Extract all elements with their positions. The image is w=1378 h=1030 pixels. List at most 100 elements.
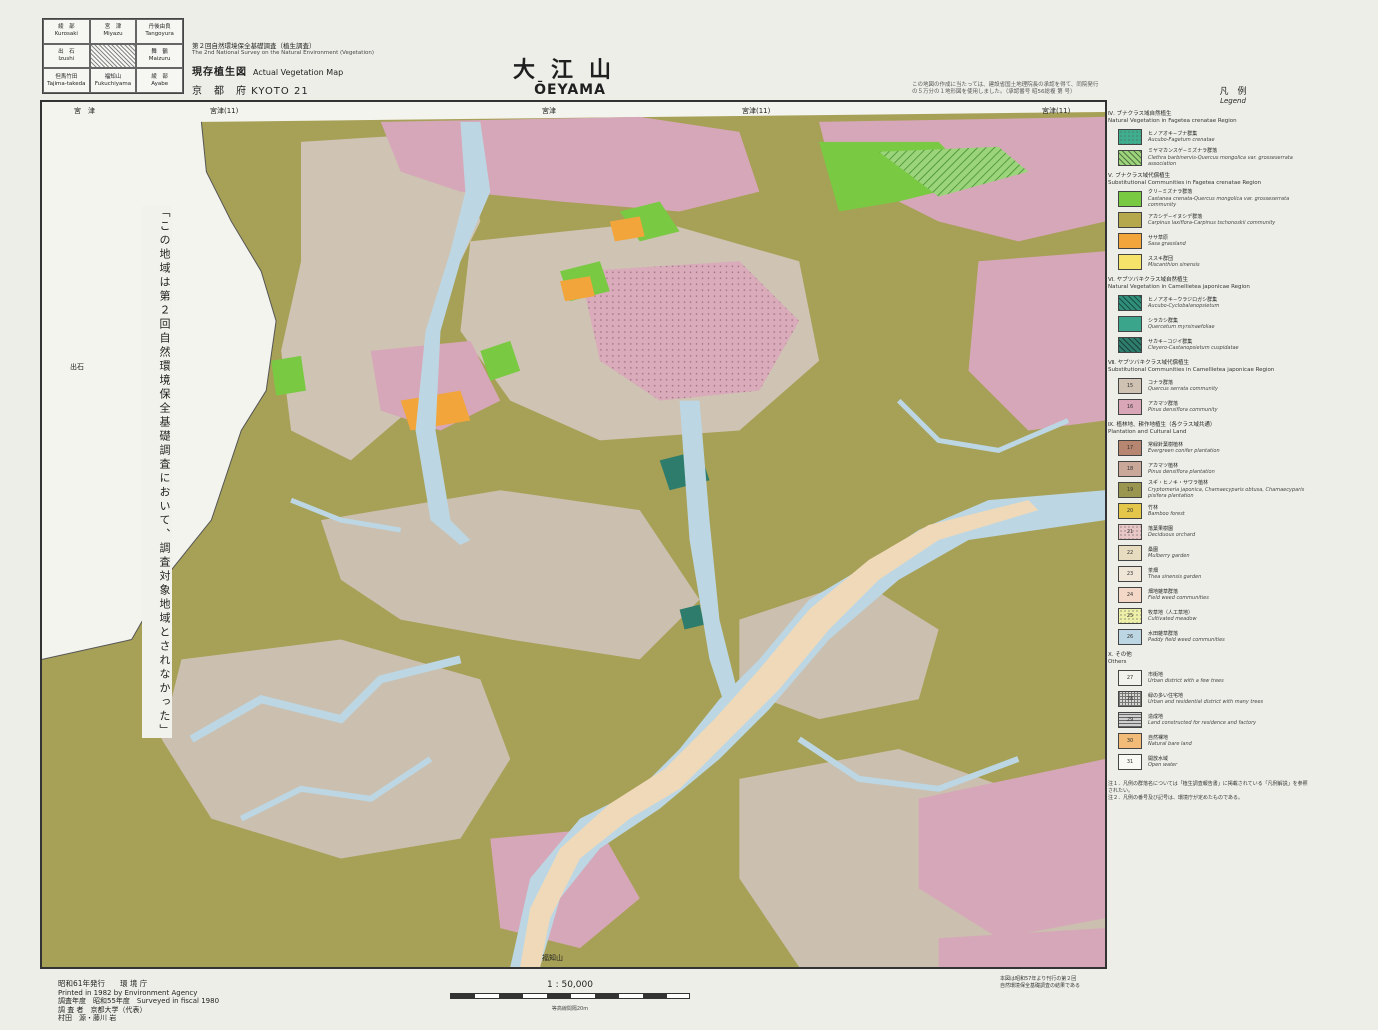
edge-label-top-1: 宮 津 bbox=[74, 107, 95, 115]
legend-item-text: シラカシ群集 Quercetum myrsinaefoliae bbox=[1148, 318, 1215, 331]
contour-interval: 等高線間隔20m bbox=[551, 1006, 589, 1012]
legend-item-label-en: Pinus densiflora plantation bbox=[1148, 469, 1215, 475]
footer-right-note: 本図は昭和57年より刊行の第２回 自然環境保全基礎調査の結果である bbox=[1000, 976, 1080, 989]
legend-item: 17 常緑針葉樹植林 Evergreen conifer plantation bbox=[1118, 439, 1308, 457]
vegetation-map-canvas[interactable] bbox=[42, 102, 1105, 967]
legend-item-label-en: Open water bbox=[1148, 762, 1178, 768]
legend-heading-jp: 凡 例 bbox=[1219, 87, 1247, 97]
legend-item-label-en: Thea sinensis garden bbox=[1148, 574, 1202, 580]
legend-item-text: 常緑針葉樹植林 Evergreen conifer plantation bbox=[1148, 442, 1220, 455]
legend-item-label-en: Cultivated meadow bbox=[1148, 616, 1197, 622]
index-cell-name-jp: 福知山 bbox=[104, 73, 122, 80]
legend-section: Ⅸ. 植林地、耕作地植生（各クラス域共通） Plantation and Cult… bbox=[1108, 422, 1308, 646]
legend-note-1: 注１．凡例の群落名については「植生調査報告書」に掲載されている「凡例解説」を参照… bbox=[1108, 781, 1308, 794]
legend-item-label-en: Urban and residential district with many… bbox=[1148, 699, 1264, 705]
index-cell: 出 石 Izushi bbox=[43, 43, 90, 69]
legend-item-text: ミヤマカンスゲ−ミズナラ群落 Clethra barbinervis-Quercu… bbox=[1148, 148, 1308, 168]
index-cell-name-en: Maizuru bbox=[148, 55, 171, 62]
index-cell-name-jp: 宮 津 bbox=[104, 24, 122, 31]
legend-item-text: コナラ群落 Quercus serrata community bbox=[1148, 380, 1218, 393]
surveyor-line-2: 村田 源・藤川 岩 bbox=[58, 1014, 117, 1022]
index-cell: 綾 部 Ayabe bbox=[136, 68, 183, 93]
legend-item: 29 造成地 Land constructed for residence and … bbox=[1118, 711, 1308, 729]
legend: 凡 例 Legend Ⅳ. ブナクラス域自然植生 Natural Vegetati… bbox=[1108, 84, 1308, 802]
index-cell: 福知山 Fukuchiyama bbox=[89, 68, 137, 93]
footer-right-line-2: 自然環境保全基礎調査の結果である bbox=[1000, 982, 1080, 989]
index-cell-name-en: Tajima-takeda bbox=[47, 80, 86, 87]
legend-item-label-en: Cleyero-Castanopsietum cuspidatae bbox=[1148, 345, 1239, 351]
legend-item: 20 竹林 Bamboo forest bbox=[1118, 502, 1308, 520]
legend-item: 15 コナラ群落 Quercus serrata community bbox=[1118, 377, 1308, 395]
legend-section-title-en: Natural Vegetation in Fagetea crenatae R… bbox=[1108, 118, 1237, 124]
legend-item-label-en: Aucubo-Cyclobalanopsietum bbox=[1148, 303, 1220, 309]
legend-swatch: 26 bbox=[1118, 629, 1142, 645]
legend-section: Ⅶ. ヤブツバキクラス域代償植生 Substitutional Communiti… bbox=[1108, 360, 1308, 416]
legend-item-label-en: Deciduous orchard bbox=[1148, 532, 1196, 538]
legend-section-title-en: Natural Vegetation in Camellietea japoni… bbox=[1108, 284, 1250, 290]
legend-item-label-en: Urban district with a few trees bbox=[1148, 678, 1224, 684]
legend-item-text: 緑の多い住宅地 Urban and residential district wi… bbox=[1148, 693, 1263, 706]
legend-swatch bbox=[1118, 254, 1142, 270]
legend-section-title-jp: Ⅸ. 植林地、耕作地植生（各クラス域共通） bbox=[1108, 422, 1216, 428]
legend-swatch: 20 bbox=[1118, 503, 1142, 519]
legend-item: ヒノアオキ−ウラジロガシ群集 Aucubo-Cyclobalanopsietum bbox=[1118, 294, 1308, 312]
sheet-title-jp: 大江山 bbox=[512, 57, 627, 83]
legend-item-label-en: Land constructed for residence and facto… bbox=[1148, 720, 1257, 726]
legend-swatch: 21 bbox=[1118, 524, 1142, 540]
legend-section-title-en: Substitutional Communities in Fagetea cr… bbox=[1108, 180, 1262, 186]
legend-item: ススキ群団 Miscanthion sinensis bbox=[1118, 253, 1308, 271]
surveyed-line: 調査年度 昭和55年度 Surveyed in fiscal 1980 bbox=[58, 997, 220, 1005]
legend-swatch: 23 bbox=[1118, 566, 1142, 582]
legend-item-text: 水田雑草群落 Paddy field weed communities bbox=[1148, 631, 1225, 644]
edge-label-bottom: 福知山 bbox=[542, 954, 563, 962]
index-cell-current-sheet bbox=[89, 43, 137, 69]
survey-title-jp: 第２回自然環境保全基礎調査（植生調査） bbox=[192, 42, 316, 50]
legend-item-text: ススキ群団 Miscanthion sinensis bbox=[1148, 256, 1200, 269]
index-cell-name-en: Izushi bbox=[58, 55, 75, 62]
printed-line: Printed in 1982 by Environment Agency bbox=[58, 988, 198, 997]
index-cell-name-jp: 出 石 bbox=[58, 48, 75, 55]
legend-item-label-en: Pinus densiflora community bbox=[1148, 407, 1218, 413]
legend-item: 25 牧草地（人工草地） Cultivated meadow bbox=[1118, 607, 1308, 625]
legend-item-text: 落葉果樹園 Deciduous orchard bbox=[1148, 526, 1195, 539]
legend-item-label-en: Paddy field weed communities bbox=[1148, 637, 1225, 643]
map-kind-en: Actual Vegetation Map bbox=[253, 68, 344, 77]
legend-section: Ⅳ. ブナクラス域自然植生 Natural Vegetation in Faget… bbox=[1108, 111, 1308, 167]
legend-swatch bbox=[1118, 295, 1142, 311]
legend-item-text: 竹林 Bamboo forest bbox=[1148, 505, 1185, 518]
legend-swatch: 27 bbox=[1118, 670, 1142, 686]
legend-swatch: 30 bbox=[1118, 733, 1142, 749]
index-cell-name-en: Miyazu bbox=[103, 31, 123, 38]
surveyor-line: 調 査 者 京都大学（代表） bbox=[58, 1005, 147, 1014]
legend-swatch: 17 bbox=[1118, 440, 1142, 456]
legend-item-text: 畑地雑草群落 Field weed communities bbox=[1148, 589, 1209, 602]
legend-item: 26 水田雑草群落 Paddy field weed communities bbox=[1118, 628, 1308, 646]
prefecture-label: 京 都 府 KYOTO 21 bbox=[192, 86, 309, 97]
legend-item: 16 アカマツ群落 Pinus densiflora community bbox=[1118, 398, 1308, 416]
legend-item-text: ヒノアオキ−ウラジロガシ群集 Aucubo-Cyclobalanopsietum bbox=[1148, 297, 1219, 310]
index-cell-name-jp: 舞 鶴 bbox=[151, 48, 168, 55]
issued-line: 昭和61年発行 環 境 庁 bbox=[58, 979, 148, 988]
legend-item-text: アカマツ群落 Pinus densiflora community bbox=[1148, 401, 1218, 414]
legend-section-title-jp: Ⅵ. ヤブツバキクラス域自然植生 bbox=[1108, 277, 1188, 283]
survey-header: 第２回自然環境保全基礎調査（植生調査） The 2nd National Sur… bbox=[192, 42, 412, 97]
legend-item-text: アカマツ植林 Pinus densiflora plantation bbox=[1148, 463, 1215, 476]
legend-item: ヒノアオキ−ブナ群集 Aucubo-Fagetum crenatae bbox=[1118, 128, 1308, 146]
legend-item: 19 スギ・ヒノキ・サワラ植林 Cryptomeria japonica, Cham… bbox=[1118, 480, 1308, 499]
legend-swatch: 31 bbox=[1118, 754, 1142, 770]
legend-swatch: 15 bbox=[1118, 378, 1142, 394]
legend-item: ミヤマカンスゲ−ミズナラ群落 Clethra barbinervis-Quercu… bbox=[1118, 148, 1308, 168]
scale-bar-block: 1 : 50,000 等高線間隔20m bbox=[450, 980, 690, 1012]
index-cell-name-en: Tangoyura bbox=[145, 31, 174, 38]
legend-item-text: 市街地 Urban district with a few trees bbox=[1148, 672, 1224, 685]
index-cell-name-jp: 綾 部 bbox=[151, 73, 168, 80]
legend-swatch: 25 bbox=[1118, 608, 1142, 624]
legend-item-text: 自然裸地 Natural bare land bbox=[1148, 735, 1192, 748]
scale-label: 1 : 50,000 bbox=[547, 980, 593, 990]
legend-section-title-jp: Ⅹ. その他 bbox=[1108, 652, 1132, 658]
vegetation-map[interactable]: 宮 津 宮津(11) 宮津 宮津(11) 宮津(11) 福知山 出石 bbox=[40, 100, 1107, 969]
sheet-title-en: ŌEYAMA bbox=[534, 82, 606, 98]
legend-item-text: 牧草地（人工草地） Cultivated meadow bbox=[1148, 610, 1197, 623]
legend-swatch bbox=[1118, 150, 1142, 166]
legend-item: クリ−ミズナラ群落 Castanea crenata-Quercus mongol… bbox=[1118, 189, 1308, 208]
